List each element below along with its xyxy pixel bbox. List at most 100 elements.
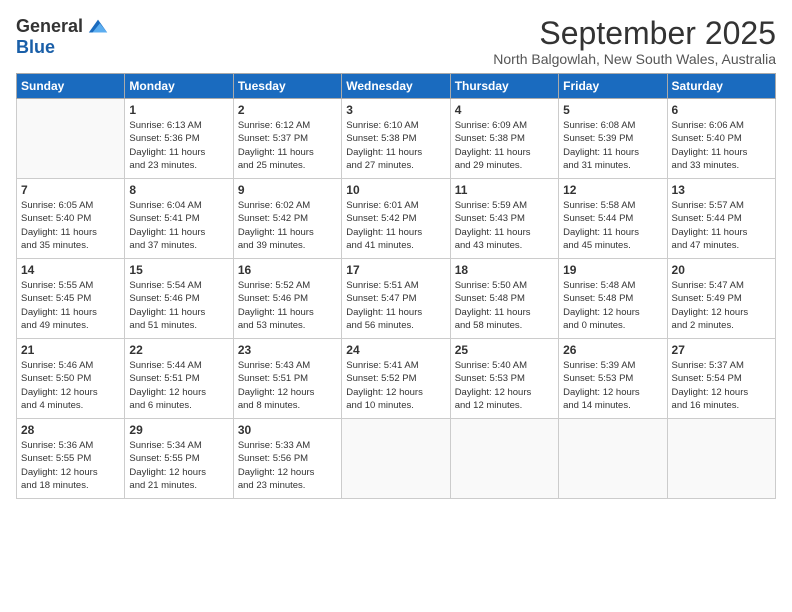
day-number: 3: [346, 103, 445, 117]
day-number: 22: [129, 343, 228, 357]
day-number: 10: [346, 183, 445, 197]
day-info: Sunrise: 5:43 AM Sunset: 5:51 PM Dayligh…: [238, 359, 337, 412]
day-info: Sunrise: 5:33 AM Sunset: 5:56 PM Dayligh…: [238, 439, 337, 492]
day-info: Sunrise: 5:34 AM Sunset: 5:55 PM Dayligh…: [129, 439, 228, 492]
calendar-cell: 21 Sunrise: 5:46 AM Sunset: 5:50 PM Dayli…: [17, 339, 125, 419]
weekday-header-sunday: Sunday: [17, 74, 125, 99]
calendar-cell: 5 Sunrise: 6:08 AM Sunset: 5:39 PM Daylig…: [559, 99, 667, 179]
calendar-cell: 20 Sunrise: 5:47 AM Sunset: 5:49 PM Dayli…: [667, 259, 775, 339]
calendar-cell: 1Sunrise: 6:13 AM Sunset: 5:36 PM Daylig…: [125, 99, 233, 179]
day-number: 20: [672, 263, 771, 277]
calendar-cell: 12 Sunrise: 5:58 AM Sunset: 5:44 PM Dayli…: [559, 179, 667, 259]
day-number: 25: [455, 343, 554, 357]
title-block: September 2025 North Balgowlah, New Sout…: [493, 16, 776, 67]
day-number: 4: [455, 103, 554, 117]
day-info: Sunrise: 5:37 AM Sunset: 5:54 PM Dayligh…: [672, 359, 771, 412]
calendar-cell: 9 Sunrise: 6:02 AM Sunset: 5:42 PM Daylig…: [233, 179, 341, 259]
logo: General Blue: [16, 16, 109, 58]
day-number: 21: [21, 343, 120, 357]
calendar-cell: 16 Sunrise: 5:52 AM Sunset: 5:46 PM Dayli…: [233, 259, 341, 339]
day-info: Sunrise: 5:47 AM Sunset: 5:49 PM Dayligh…: [672, 279, 771, 332]
calendar-cell: [342, 419, 450, 499]
day-info: Sunrise: 6:05 AM Sunset: 5:40 PM Dayligh…: [21, 199, 120, 252]
weekday-header-wednesday: Wednesday: [342, 74, 450, 99]
day-number: 26: [563, 343, 662, 357]
day-info: Sunrise: 6:09 AM Sunset: 5:38 PM Dayligh…: [455, 119, 554, 172]
day-number: 23: [238, 343, 337, 357]
calendar-cell: [667, 419, 775, 499]
day-info: Sunrise: 5:44 AM Sunset: 5:51 PM Dayligh…: [129, 359, 228, 412]
calendar-cell: 7 Sunrise: 6:05 AM Sunset: 5:40 PM Daylig…: [17, 179, 125, 259]
calendar-cell: 14 Sunrise: 5:55 AM Sunset: 5:45 PM Dayli…: [17, 259, 125, 339]
page-header: General Blue September 2025 North Balgow…: [16, 16, 776, 67]
calendar-cell: [17, 99, 125, 179]
day-number: 7: [21, 183, 120, 197]
calendar-week-row: 28Sunrise: 5:36 AM Sunset: 5:55 PM Dayli…: [17, 419, 776, 499]
day-info: Sunrise: 5:54 AM Sunset: 5:46 PM Dayligh…: [129, 279, 228, 332]
calendar-week-row: 14 Sunrise: 5:55 AM Sunset: 5:45 PM Dayli…: [17, 259, 776, 339]
weekday-header-monday: Monday: [125, 74, 233, 99]
calendar-cell: 18Sunrise: 5:50 AM Sunset: 5:48 PM Dayli…: [450, 259, 558, 339]
day-info: Sunrise: 5:58 AM Sunset: 5:44 PM Dayligh…: [563, 199, 662, 252]
day-info: Sunrise: 6:12 AM Sunset: 5:37 PM Dayligh…: [238, 119, 337, 172]
day-number: 12: [563, 183, 662, 197]
day-number: 27: [672, 343, 771, 357]
location-subtitle: North Balgowlah, New South Wales, Austra…: [493, 51, 776, 67]
calendar-cell: 4 Sunrise: 6:09 AM Sunset: 5:38 PM Daylig…: [450, 99, 558, 179]
day-info: Sunrise: 5:52 AM Sunset: 5:46 PM Dayligh…: [238, 279, 337, 332]
calendar-cell: 10 Sunrise: 6:01 AM Sunset: 5:42 PM Dayli…: [342, 179, 450, 259]
calendar-cell: 8Sunrise: 6:04 AM Sunset: 5:41 PM Daylig…: [125, 179, 233, 259]
day-number: 2: [238, 103, 337, 117]
day-info: Sunrise: 6:06 AM Sunset: 5:40 PM Dayligh…: [672, 119, 771, 172]
day-info: Sunrise: 5:41 AM Sunset: 5:52 PM Dayligh…: [346, 359, 445, 412]
day-number: 30: [238, 423, 337, 437]
day-number: 14: [21, 263, 120, 277]
weekday-header-thursday: Thursday: [450, 74, 558, 99]
day-number: 5: [563, 103, 662, 117]
calendar-cell: 19Sunrise: 5:48 AM Sunset: 5:48 PM Dayli…: [559, 259, 667, 339]
calendar-cell: 30 Sunrise: 5:33 AM Sunset: 5:56 PM Dayli…: [233, 419, 341, 499]
day-number: 29: [129, 423, 228, 437]
day-number: 11: [455, 183, 554, 197]
calendar-cell: 26Sunrise: 5:39 AM Sunset: 5:53 PM Dayli…: [559, 339, 667, 419]
calendar-cell: 11 Sunrise: 5:59 AM Sunset: 5:43 PM Dayli…: [450, 179, 558, 259]
calendar-cell: 27 Sunrise: 5:37 AM Sunset: 5:54 PM Dayli…: [667, 339, 775, 419]
day-info: Sunrise: 5:36 AM Sunset: 5:55 PM Dayligh…: [21, 439, 120, 492]
day-number: 9: [238, 183, 337, 197]
calendar-cell: [559, 419, 667, 499]
calendar-cell: 13 Sunrise: 5:57 AM Sunset: 5:44 PM Dayli…: [667, 179, 775, 259]
calendar-cell: [450, 419, 558, 499]
day-info: Sunrise: 6:08 AM Sunset: 5:39 PM Dayligh…: [563, 119, 662, 172]
day-info: Sunrise: 6:01 AM Sunset: 5:42 PM Dayligh…: [346, 199, 445, 252]
day-info: Sunrise: 5:40 AM Sunset: 5:53 PM Dayligh…: [455, 359, 554, 412]
calendar-week-row: 21 Sunrise: 5:46 AM Sunset: 5:50 PM Dayli…: [17, 339, 776, 419]
day-info: Sunrise: 5:51 AM Sunset: 5:47 PM Dayligh…: [346, 279, 445, 332]
weekday-header-tuesday: Tuesday: [233, 74, 341, 99]
day-number: 6: [672, 103, 771, 117]
day-info: Sunrise: 6:02 AM Sunset: 5:42 PM Dayligh…: [238, 199, 337, 252]
day-info: Sunrise: 5:46 AM Sunset: 5:50 PM Dayligh…: [21, 359, 120, 412]
calendar-table: SundayMondayTuesdayWednesdayThursdayFrid…: [16, 73, 776, 499]
day-number: 13: [672, 183, 771, 197]
day-info: Sunrise: 5:59 AM Sunset: 5:43 PM Dayligh…: [455, 199, 554, 252]
day-number: 24: [346, 343, 445, 357]
weekday-header-friday: Friday: [559, 74, 667, 99]
calendar-cell: 3 Sunrise: 6:10 AM Sunset: 5:38 PM Daylig…: [342, 99, 450, 179]
calendar-week-row: 7 Sunrise: 6:05 AM Sunset: 5:40 PM Daylig…: [17, 179, 776, 259]
day-info: Sunrise: 5:55 AM Sunset: 5:45 PM Dayligh…: [21, 279, 120, 332]
logo-general: General: [16, 17, 83, 37]
day-info: Sunrise: 6:13 AM Sunset: 5:36 PM Dayligh…: [129, 119, 228, 172]
weekday-header-row: SundayMondayTuesdayWednesdayThursdayFrid…: [17, 74, 776, 99]
day-info: Sunrise: 5:57 AM Sunset: 5:44 PM Dayligh…: [672, 199, 771, 252]
calendar-cell: 2 Sunrise: 6:12 AM Sunset: 5:37 PM Daylig…: [233, 99, 341, 179]
calendar-cell: 24 Sunrise: 5:41 AM Sunset: 5:52 PM Dayli…: [342, 339, 450, 419]
day-number: 18: [455, 263, 554, 277]
day-number: 19: [563, 263, 662, 277]
day-number: 16: [238, 263, 337, 277]
logo-icon: [87, 16, 109, 38]
day-number: 8: [129, 183, 228, 197]
calendar-cell: 25 Sunrise: 5:40 AM Sunset: 5:53 PM Dayli…: [450, 339, 558, 419]
day-info: Sunrise: 6:10 AM Sunset: 5:38 PM Dayligh…: [346, 119, 445, 172]
calendar-cell: 29 Sunrise: 5:34 AM Sunset: 5:55 PM Dayli…: [125, 419, 233, 499]
month-title: September 2025: [493, 16, 776, 51]
